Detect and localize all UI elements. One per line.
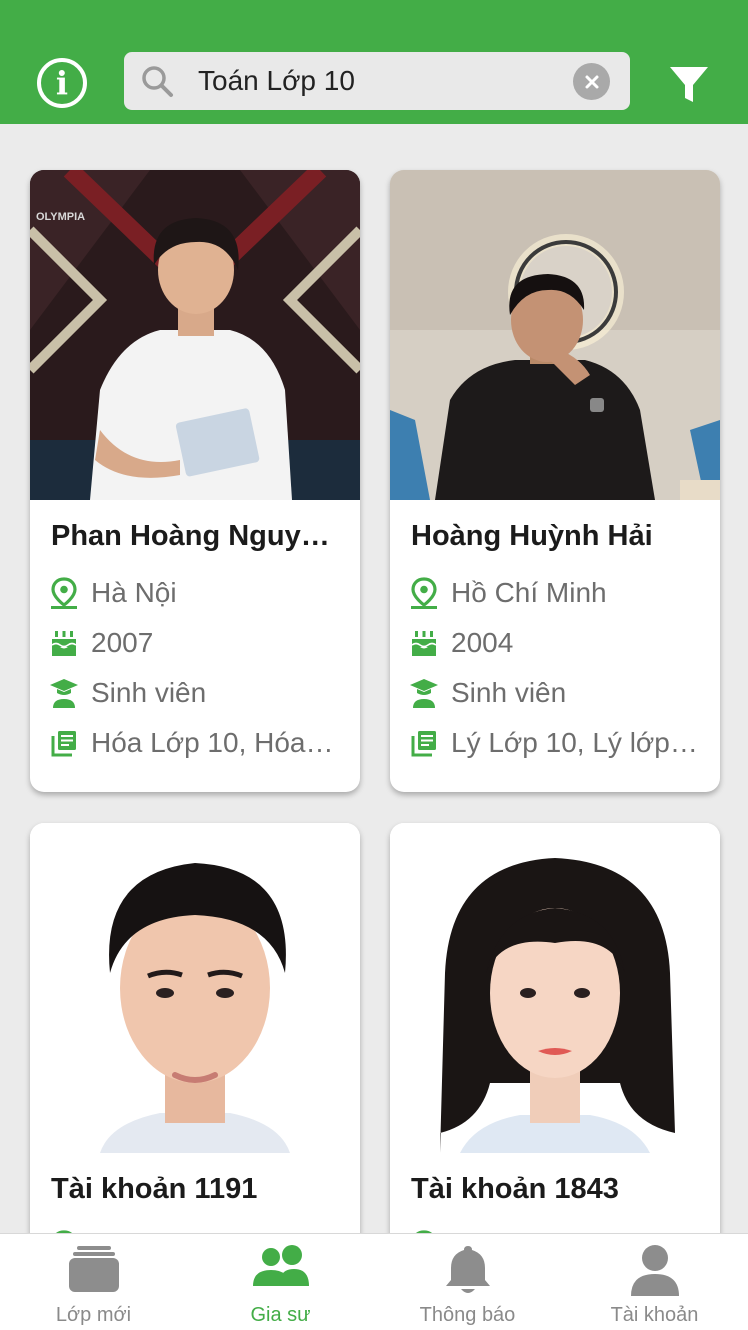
subjects-row: Hóa Lớp 10, Hóa… bbox=[50, 725, 346, 761]
people-icon bbox=[252, 1245, 309, 1286]
tutor-subjects: Lý Lớp 10, Lý lớp… bbox=[451, 727, 698, 758]
tutor-name: Tài khoản 1191 bbox=[51, 1173, 258, 1205]
role-row: Sinh viên bbox=[50, 675, 346, 711]
nav-item-tutors[interactable]: Gia sư bbox=[187, 1234, 374, 1330]
location-row: Hà Nội bbox=[50, 575, 346, 611]
nav-label: Tài khoản bbox=[610, 1304, 699, 1326]
tutor-name: Tài khoản 1843 bbox=[411, 1173, 619, 1205]
location-row: Hồ Chí Minh bbox=[410, 575, 706, 611]
tutor-role: Sinh viên bbox=[91, 677, 207, 708]
nav-label: Thông báo bbox=[419, 1304, 516, 1326]
tutor-card[interactable]: Tài khoản 1843 bbox=[390, 823, 720, 1233]
tutor-birth-year: 2007 bbox=[91, 627, 154, 658]
clear-search-icon[interactable] bbox=[573, 63, 610, 100]
nav-item-new-classes[interactable]: Lớp mới bbox=[0, 1234, 187, 1330]
birth-year-row: 2004 bbox=[410, 625, 706, 661]
tutor-birth-year: 2004 bbox=[451, 627, 514, 658]
user-icon bbox=[630, 1245, 679, 1296]
tutor-grid: OLYMPIA Phan Hoàng Nguy… Hà Nội 2007 Sin… bbox=[0, 124, 748, 1233]
location-pin-icon bbox=[411, 577, 437, 609]
birthday-cake-icon bbox=[411, 631, 437, 656]
book-list-icon bbox=[411, 731, 436, 757]
graduation-cap-icon bbox=[410, 679, 438, 708]
stacked-classes-icon bbox=[68, 1246, 119, 1292]
info-icon[interactable]: i bbox=[37, 58, 87, 108]
tutor-card[interactable]: OLYMPIA Phan Hoàng Nguy… Hà Nội 2007 Sin… bbox=[30, 170, 360, 792]
role-row: Sinh viên bbox=[410, 675, 706, 711]
birth-year-row: 2007 bbox=[50, 625, 346, 661]
tutor-photo bbox=[390, 170, 720, 500]
filter-icon[interactable] bbox=[668, 64, 710, 106]
nav-label: Lớp mới bbox=[55, 1304, 132, 1326]
tutor-photo bbox=[390, 823, 720, 1153]
search-icon bbox=[142, 66, 173, 97]
graduation-cap-icon bbox=[50, 679, 78, 708]
tutor-card[interactable]: Hoàng Huỳnh Hải Hồ Chí Minh 2004 Sinh vi… bbox=[390, 170, 720, 792]
search-bar[interactable]: Toán Lớp 10 bbox=[124, 52, 630, 110]
tutor-location: Hồ Chí Minh bbox=[451, 577, 607, 608]
tutor-role: Sinh viên bbox=[451, 677, 567, 708]
search-input[interactable]: Toán Lớp 10 bbox=[198, 52, 355, 110]
nav-label: Gia sư bbox=[250, 1304, 311, 1326]
birthday-cake-icon bbox=[51, 631, 77, 656]
book-list-icon bbox=[51, 731, 76, 757]
bell-icon bbox=[445, 1246, 490, 1293]
tutor-location: Hà Nội bbox=[91, 577, 177, 608]
nav-item-account[interactable]: Tài khoản bbox=[561, 1234, 748, 1330]
bottom-nav: Lớp mới Gia sư Thông báo Tài khoản bbox=[0, 1233, 748, 1330]
nav-item-notifications[interactable]: Thông báo bbox=[374, 1234, 561, 1330]
photo-overlay-text: OLYMPIA bbox=[36, 211, 85, 223]
location-pin-icon bbox=[51, 577, 77, 609]
top-bar: i Toán Lớp 10 bbox=[0, 0, 748, 124]
tutor-subjects: Hóa Lớp 10, Hóa… bbox=[91, 727, 334, 758]
tutor-name: Phan Hoàng Nguy… bbox=[51, 520, 330, 552]
tutor-photo bbox=[30, 823, 360, 1153]
subjects-row: Lý Lớp 10, Lý lớp… bbox=[410, 725, 706, 761]
tutor-name: Hoàng Huỳnh Hải bbox=[411, 520, 653, 552]
tutor-card[interactable]: Tài khoản 1191 bbox=[30, 823, 360, 1233]
tutor-photo: OLYMPIA bbox=[30, 170, 360, 500]
